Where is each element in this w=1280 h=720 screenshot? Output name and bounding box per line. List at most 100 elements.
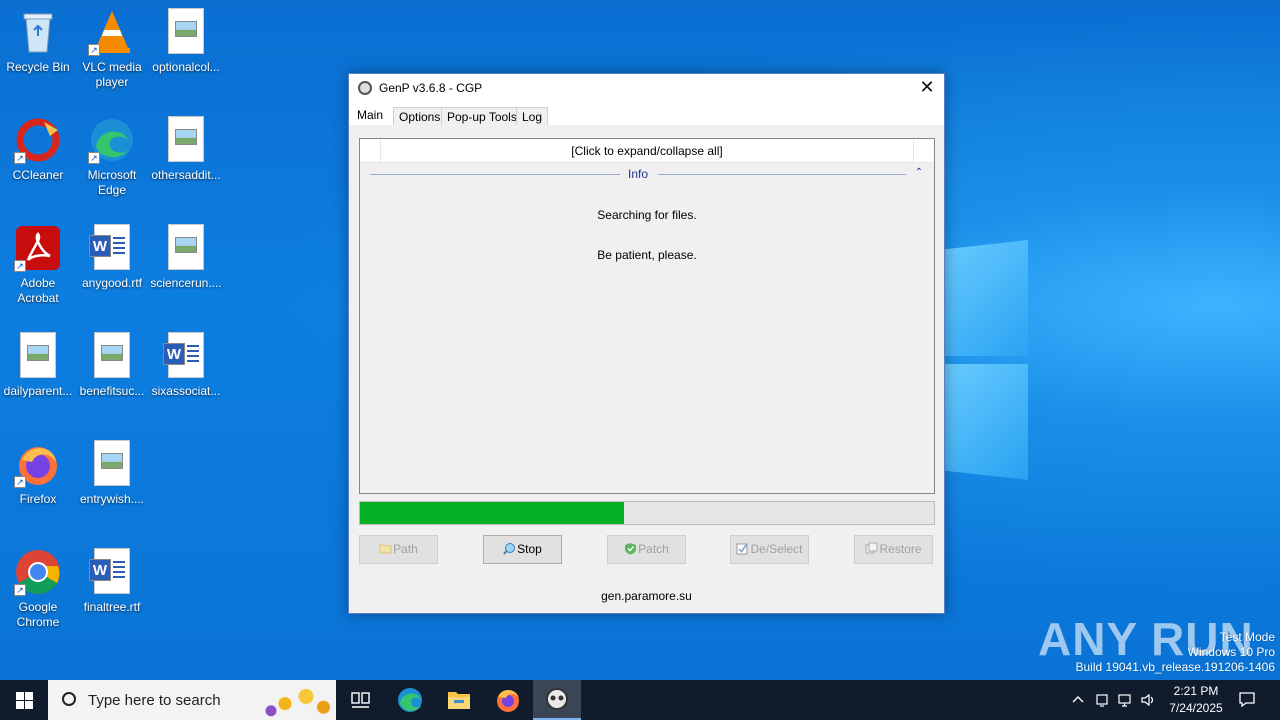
desktop-icon-label: optionalcol... [152,60,220,74]
search-icon [62,692,76,706]
checkbox-icon [736,538,749,555]
genp-window: GenP v3.6.8 - CGP ✕ Main Options Pop-up … [348,73,945,614]
firefox-icon: ↗ [14,440,62,488]
desktop-icon-label: Google Chrome [16,600,60,629]
desktop-icon-label: anygood.rtf [81,276,143,290]
device-icon[interactable] [1094,692,1110,708]
expand-collapse-all-header[interactable]: [Click to expand/collapse all] [360,139,934,163]
desktop-icon-entrywish[interactable]: entrywish.... [74,440,150,507]
desktop-icon-finaltree[interactable]: W finaltree.rtf [74,548,150,615]
taskbar-genp-button[interactable] [533,680,581,720]
restore-button[interactable]: Restore [854,535,933,564]
desktop-icon-othersaddit[interactable]: othersaddit... [148,116,224,183]
tab-log[interactable]: Log [516,107,549,125]
desktop-icon-label: Adobe Acrobat [17,276,59,305]
folder-icon [379,538,392,554]
vlc-icon: ↗ [88,8,136,56]
desktop-icon-vlc[interactable]: ↗ VLC media player [74,8,150,90]
edge-icon [398,688,422,712]
desktop: Recycle Bin ↗ CCleaner ↗ Adobe Acrobat d… [0,0,1280,680]
tab-content-main: [Click to expand/collapse all] Info ⌃ Se… [349,125,944,613]
adobe-acrobat-icon: ↗ [14,224,62,272]
desktop-icon-label: benefitsuc... [79,384,145,398]
task-view-button[interactable] [336,680,384,720]
website-link[interactable]: gen.paramore.su [349,589,944,603]
watermark-line-2: Windows 10 Pro [1187,645,1275,659]
taskbar: Type here to search 2:21 PM 7/24/2025 [0,680,1280,720]
desktop-icon-adobe-acrobat[interactable]: ↗ Adobe Acrobat [0,224,76,306]
patch-button[interactable]: Patch [607,535,686,564]
desktop-icon-label: othersaddit... [151,168,221,182]
image-file-icon [14,332,62,380]
ccleaner-icon: ↗ [14,116,62,164]
action-center-button[interactable] [1234,680,1264,720]
tab-main[interactable]: Main [351,104,390,125]
taskbar-clock[interactable]: 2:21 PM 7/24/2025 [1160,683,1232,717]
network-icon[interactable] [1117,692,1133,708]
desktop-icon-label: Firefox [19,492,57,506]
image-file-icon [162,116,210,164]
desktop-icon-microsoft-edge[interactable]: ↗ Microsoft Edge [74,116,150,198]
desktop-icon-anygood[interactable]: W anygood.rtf [74,224,150,291]
progress-bar-fill [360,502,625,524]
volume-icon[interactable] [1140,692,1156,708]
clock-date: 7/24/2025 [1169,701,1223,715]
info-group-header[interactable]: Info ⌃ [370,166,926,184]
search-highlight-flowers-icon [264,682,334,718]
desktop-icon-recycle-bin[interactable]: Recycle Bin [0,8,76,75]
deselect-button[interactable]: De/Select [730,535,809,564]
info-group-label: Info [622,167,653,181]
image-file-icon [162,224,210,272]
image-file-icon [88,440,136,488]
path-button[interactable]: Path [359,535,438,564]
search-icon [503,538,516,555]
desktop-icon-ccleaner[interactable]: ↗ CCleaner [0,116,76,183]
start-button[interactable] [0,680,48,720]
word-document-icon: W [162,332,210,380]
image-file-icon [162,8,210,56]
expand-collapse-all-label: [Click to expand/collapse all] [571,144,723,158]
desktop-icon-firefox[interactable]: ↗ Firefox [0,440,76,507]
recycle-bin-icon [14,8,62,56]
desktop-icon-google-chrome[interactable]: ↗ Google Chrome [0,548,76,630]
desktop-icon-label: Microsoft Edge [87,168,137,197]
desktop-icon-benefitsuc[interactable]: benefitsuc... [74,332,150,399]
chevron-up-icon[interactable]: ⌃ [912,167,926,178]
status-message-patience: Be patient, please. [597,248,697,262]
desktop-icon-sciencerun[interactable]: sciencerun.... [148,224,224,291]
google-chrome-icon: ↗ [14,548,62,596]
file-explorer-icon [448,692,470,709]
windows-logo-wallpaper [940,240,1030,480]
progress-bar [359,501,935,525]
status-message-searching: Searching for files. [597,208,697,222]
desktop-icon-label: CCleaner [12,168,64,182]
chevron-up-icon[interactable] [1070,692,1086,708]
stop-button[interactable]: Stop [483,535,562,564]
tab-options[interactable]: Options [393,107,447,125]
word-document-icon: W [88,224,136,272]
taskbar-search-box[interactable]: Type here to search [48,680,336,720]
desktop-icon-label: dailyparent... [3,384,73,398]
info-panel: [Click to expand/collapse all] Info ⌃ Se… [359,138,935,494]
desktop-icon-dailyparent[interactable]: dailyparent... [0,332,76,399]
desktop-icon-sixassociat[interactable]: W sixassociat... [148,332,224,399]
taskbar-file-explorer-button[interactable] [435,680,483,720]
genp-icon [546,688,568,710]
firefox-icon [497,689,519,712]
system-tray [1068,680,1158,720]
tab-popup-tools[interactable]: Pop-up Tools [441,107,523,125]
window-titlebar[interactable]: GenP v3.6.8 - CGP ✕ [349,74,944,103]
desktop-icon-label: sciencerun.... [150,276,222,290]
desktop-icon-label: entrywish.... [79,492,145,506]
os-watermark: Test Mode Windows 10 Pro Build 19041.vb_… [1076,630,1276,675]
microsoft-edge-icon: ↗ [88,116,136,164]
watermark-line-3: Build 19041.vb_release.191206-1406 [1075,660,1276,674]
desktop-icon-label: VLC media player [82,60,142,89]
taskbar-firefox-button[interactable] [484,680,532,720]
tab-bar: Main Options Pop-up Tools Log [349,103,944,125]
close-button[interactable]: ✕ [910,74,944,103]
taskbar-edge-button[interactable] [386,680,434,720]
watermark-line-1: Test Mode [1219,630,1275,644]
desktop-icon-label: finaltree.rtf [83,600,141,614]
desktop-icon-optionalcol[interactable]: optionalcol... [148,8,224,75]
